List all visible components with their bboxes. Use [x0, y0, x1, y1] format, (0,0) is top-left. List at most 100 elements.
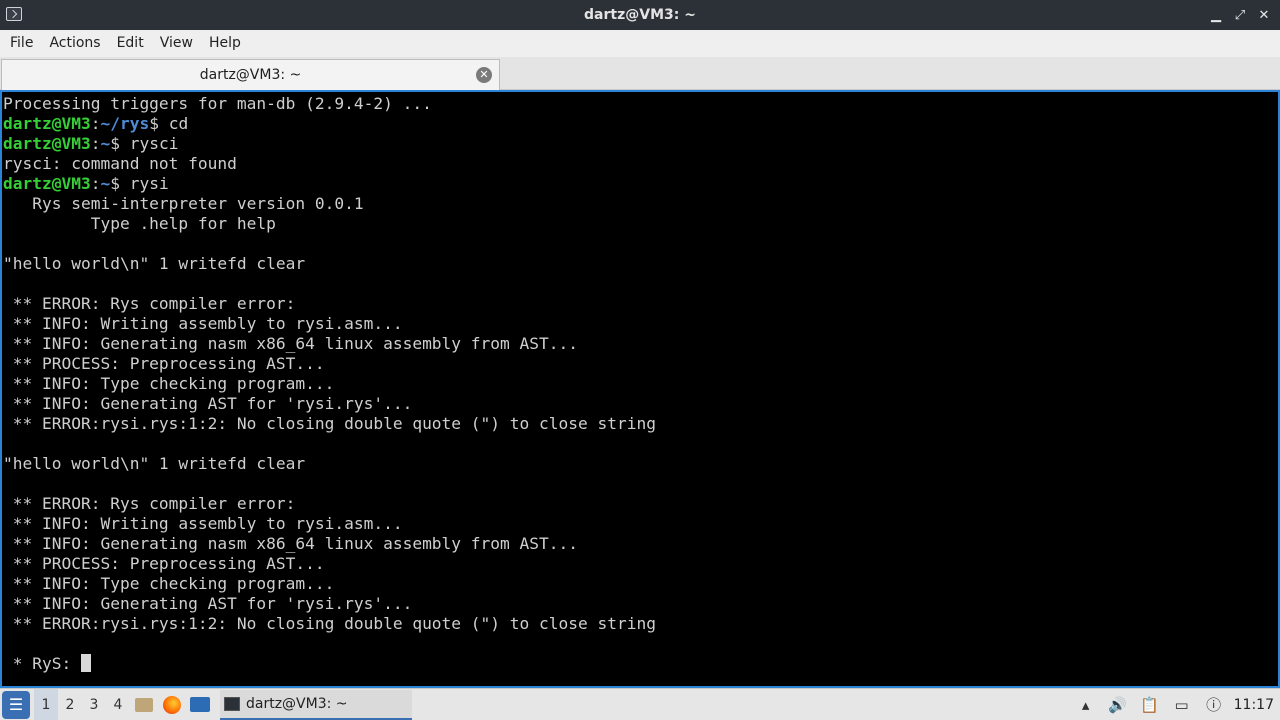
- terminal-line: ** PROCESS: Preprocessing AST...: [3, 554, 1278, 574]
- line-text: "hello world\n" 1 writefd clear: [3, 454, 306, 473]
- terminal-line: ** INFO: Generating AST for 'rysi.rys'..…: [3, 594, 1278, 614]
- workspace-2[interactable]: 2: [58, 689, 82, 720]
- terminal-line: "hello world\n" 1 writefd clear: [3, 454, 1278, 474]
- terminal-line: ** PROCESS: Preprocessing AST...: [3, 354, 1278, 374]
- network-icon[interactable]: ▭: [1166, 689, 1198, 720]
- system-tray: ▴ 🔊 📋 ▭ ⓘ 11:17: [1070, 689, 1280, 720]
- line-text: Rys semi-interpreter version 0.0.1: [3, 194, 364, 213]
- terminal-line: ** ERROR: Rys compiler error:: [3, 294, 1278, 314]
- terminal-line: Processing triggers for man-db (2.9.4-2)…: [3, 94, 1278, 114]
- line-text: ** INFO: Generating AST for 'rysi.rys'..…: [3, 594, 413, 613]
- terminal-line: ** INFO: Writing assembly to rysi.asm...: [3, 514, 1278, 534]
- terminal-line: ** INFO: Writing assembly to rysi.asm...: [3, 314, 1278, 334]
- minimize-button[interactable]: ▁: [1206, 5, 1226, 25]
- tab-label: dartz@VM3: ~: [199, 67, 302, 83]
- line-text: ** INFO: Generating nasm x86_64 linux as…: [3, 334, 578, 353]
- terminal-output: Processing triggers for man-db (2.9.4-2)…: [3, 94, 1278, 674]
- terminal-line: Type .help for help: [3, 214, 1278, 234]
- terminal-line: dartz@VM3:~/rys$ cd: [3, 114, 189, 133]
- terminal-line: ** INFO: Generating nasm x86_64 linux as…: [3, 334, 1278, 354]
- terminal-line: ** INFO: Type checking program...: [3, 374, 1278, 394]
- terminal-line: dartz@VM3:~$ rysi: [3, 174, 169, 193]
- tab-terminal[interactable]: dartz@VM3: ~ ✕: [1, 59, 500, 90]
- menu-actions[interactable]: Actions: [41, 30, 108, 57]
- menubar: File Actions Edit View Help: [0, 30, 1280, 57]
- line-text: ** INFO: Type checking program...: [3, 574, 335, 593]
- task-label: dartz@VM3: ~: [246, 695, 348, 712]
- line-text: Type .help for help: [3, 214, 276, 233]
- line-text: ** INFO: Type checking program...: [3, 374, 335, 393]
- taskbar: ☰ 1 2 3 4 dartz@VM3: ~ ▴ 🔊 📋 ▭ ⓘ 11:17: [0, 688, 1280, 720]
- line-text: ** INFO: Generating nasm x86_64 linux as…: [3, 534, 578, 553]
- clock[interactable]: 11:17: [1230, 697, 1280, 713]
- line-text: "hello world\n" 1 writefd clear: [3, 254, 306, 273]
- firefox-icon: [163, 695, 181, 714]
- prompt-path: ~: [100, 134, 111, 153]
- file-manager-launcher[interactable]: [130, 689, 158, 720]
- close-icon[interactable]: ✕: [476, 67, 492, 83]
- file-manager-icon: [135, 697, 153, 712]
- workspace-1[interactable]: 1: [34, 688, 58, 720]
- tray-expand-icon[interactable]: ▴: [1070, 689, 1102, 720]
- clipboard-icon[interactable]: 📋: [1134, 689, 1166, 720]
- terminal-line: "hello world\n" 1 writefd clear: [3, 254, 1278, 274]
- taskbar-task-terminal[interactable]: dartz@VM3: ~: [220, 689, 412, 720]
- start-menu-icon[interactable]: ☰: [2, 690, 30, 719]
- terminal-icon: [224, 696, 240, 711]
- terminal-line: ** ERROR: Rys compiler error:: [3, 494, 1278, 514]
- info-icon[interactable]: ⓘ: [1198, 689, 1230, 720]
- line-text: ** PROCESS: Preprocessing AST...: [3, 554, 325, 573]
- line-text: Processing triggers for man-db (2.9.4-2)…: [3, 94, 432, 113]
- line-text: ** ERROR: Rys compiler error:: [3, 294, 296, 313]
- window-controls: ▁ ⤢ ✕: [1206, 0, 1274, 30]
- line-text: ** INFO: Writing assembly to rysi.asm...: [3, 514, 403, 533]
- terminal-line: ** ERROR:rysi.rys:1:2: No closing double…: [3, 614, 1278, 634]
- terminal-line: dartz@VM3:~$ rysci: [3, 134, 179, 153]
- terminal-app-icon[interactable]: [6, 7, 22, 21]
- close-button[interactable]: ✕: [1254, 5, 1274, 25]
- terminal-line: ** ERROR:rysi.rys:1:2: No closing double…: [3, 414, 1278, 434]
- line-text: ** INFO: Generating AST for 'rysi.rys'..…: [3, 394, 413, 413]
- prompt-path: ~/rys: [100, 114, 150, 133]
- workspace-3[interactable]: 3: [82, 689, 106, 720]
- line-text: ** ERROR:rysi.rys:1:2: No closing double…: [3, 614, 656, 633]
- terminal-line: ** INFO: Generating AST for 'rysi.rys'..…: [3, 394, 1278, 414]
- workspace-switcher: 1 2 3 4: [34, 688, 130, 720]
- show-desktop-launcher[interactable]: [186, 689, 214, 720]
- firefox-launcher[interactable]: [158, 689, 186, 720]
- tab-bar: dartz@VM3: ~ ✕: [0, 57, 1280, 90]
- terminal-line: ** INFO: Generating nasm x86_64 linux as…: [3, 534, 1278, 554]
- maximize-button[interactable]: ⤢: [1230, 5, 1250, 25]
- prompt-path: ~: [100, 174, 111, 193]
- line-text: ** PROCESS: Preprocessing AST...: [3, 354, 325, 373]
- volume-icon[interactable]: 🔊: [1102, 689, 1134, 720]
- prompt-user: dartz@VM3: [3, 174, 91, 193]
- terminal-line: * RyS:: [3, 654, 1278, 674]
- prompt-user: dartz@VM3: [3, 114, 91, 133]
- line-text: * RyS:: [3, 654, 81, 673]
- menu-edit[interactable]: Edit: [109, 30, 152, 57]
- line-text: ** ERROR: Rys compiler error:: [3, 494, 296, 513]
- line-text: $ cd: [149, 114, 189, 133]
- terminal-line: ** INFO: Type checking program...: [3, 574, 1278, 594]
- terminal-line: rysci: command not found: [3, 154, 1278, 174]
- window-titlebar[interactable]: dartz@VM3: ~ ▁ ⤢ ✕: [0, 0, 1280, 30]
- prompt-user: dartz@VM3: [3, 134, 91, 153]
- terminal-cursor: [80, 654, 91, 672]
- line-text: $ rysci: [110, 134, 179, 153]
- menu-file[interactable]: File: [2, 30, 41, 57]
- line-text: ** INFO: Writing assembly to rysi.asm...: [3, 314, 403, 333]
- show-desktop-icon: [190, 697, 210, 712]
- line-text: rysci: command not found: [3, 154, 237, 173]
- menu-help[interactable]: Help: [201, 30, 249, 57]
- workspace-4[interactable]: 4: [106, 689, 130, 720]
- window-title: dartz@VM3: ~: [584, 7, 696, 23]
- menu-view[interactable]: View: [152, 30, 201, 57]
- terminal-line: Rys semi-interpreter version 0.0.1: [3, 194, 1278, 214]
- terminal-view[interactable]: Processing triggers for man-db (2.9.4-2)…: [0, 90, 1280, 688]
